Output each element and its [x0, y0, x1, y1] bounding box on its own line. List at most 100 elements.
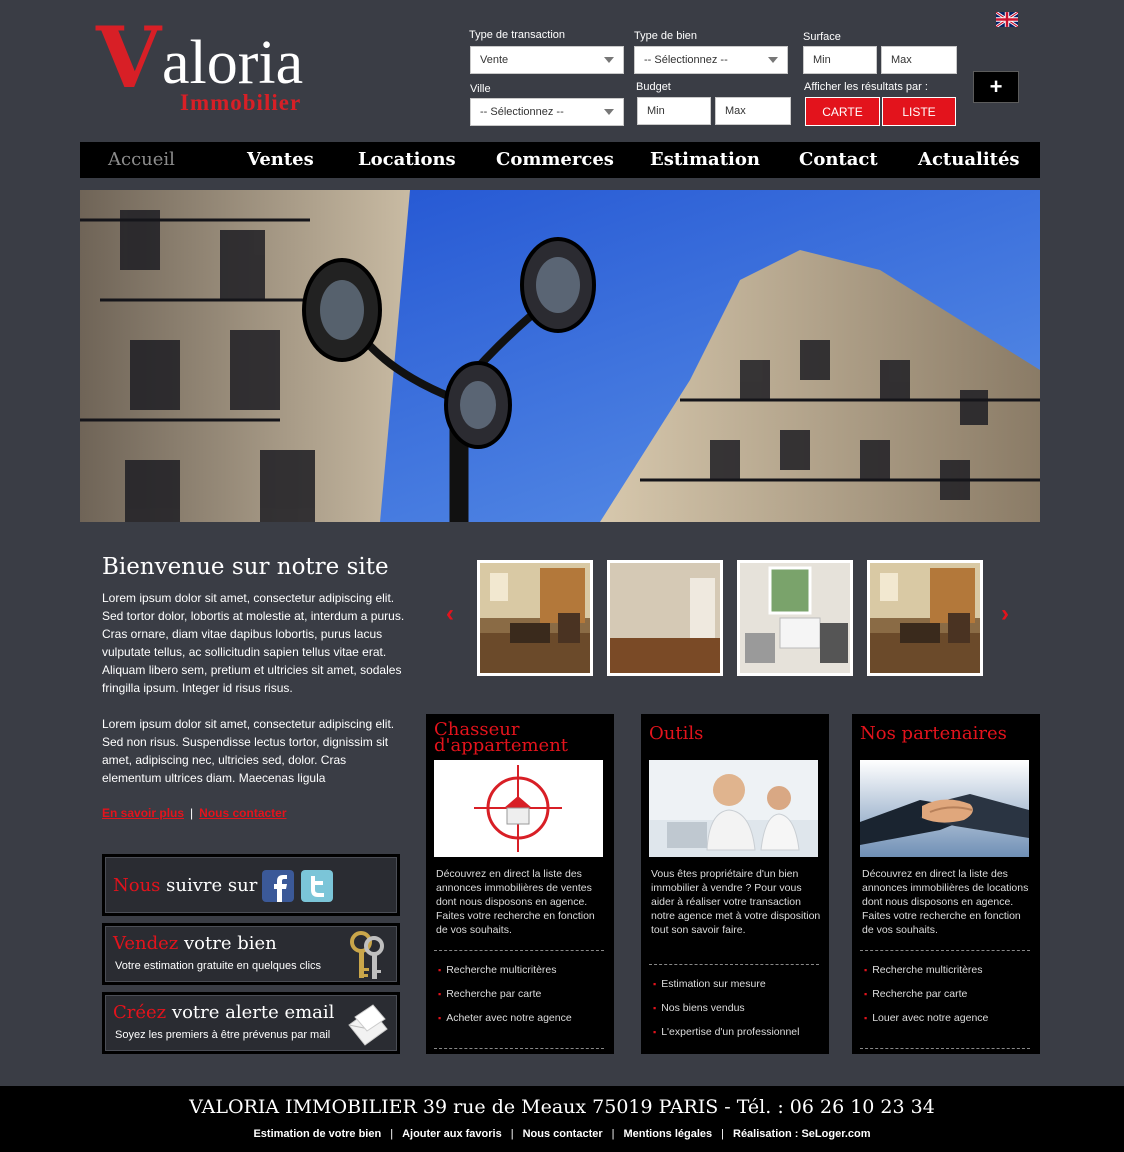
sell-title-red: Vendez: [113, 933, 179, 954]
column-title: Nos partenaires: [860, 723, 1007, 744]
facebook-icon[interactable]: [262, 870, 294, 902]
footer: VALORIA IMMOBILIER 39 rue de Meaux 75019…: [0, 1086, 1124, 1152]
sell-subtitle: Votre estimation gratuite en quelques cl…: [115, 960, 322, 972]
more-search-button[interactable]: +: [973, 71, 1019, 103]
property-thumbnail[interactable]: [477, 560, 593, 676]
nav-item-actualites[interactable]: Actualités: [918, 142, 1020, 178]
carte-button[interactable]: CARTE: [805, 97, 880, 126]
twitter-icon[interactable]: [301, 870, 333, 902]
surface-max-input[interactable]: Max: [881, 46, 957, 74]
column-description: Découvrez en direct la liste des annonce…: [436, 868, 595, 936]
apartment-hunter-column: Chasseur d'appartement Découvrez en dire…: [426, 714, 614, 1054]
list-item[interactable]: Recherche par carte: [438, 988, 541, 1000]
footer-separator: |: [721, 1128, 724, 1140]
surface-min-input[interactable]: Min: [803, 46, 877, 74]
list-item[interactable]: Recherche multicritères: [438, 964, 556, 976]
hero-banner-image: [80, 190, 1040, 522]
divider: [860, 1048, 1030, 1049]
footer-link-contact[interactable]: Nous contacter: [523, 1128, 603, 1140]
budget-min-placeholder: Min: [647, 105, 665, 117]
follow-title-red: Nous: [113, 875, 161, 896]
column-title: Chasseur d'appartement: [434, 719, 569, 756]
footer-separator: |: [390, 1128, 394, 1140]
list-item[interactable]: L'expertise d'un professionnel: [653, 1026, 799, 1038]
nav-item-contact[interactable]: Contact: [799, 142, 878, 178]
nav-item-ventes[interactable]: Ventes: [247, 142, 314, 178]
divider: [434, 950, 604, 951]
column-description: Vous êtes propriétaire d'un bien immobil…: [651, 868, 821, 936]
footer-link-mentions[interactable]: Mentions légales: [624, 1128, 713, 1140]
surface-label: Surface: [803, 31, 841, 43]
alert-title-rest: votre alerte email: [166, 1002, 335, 1023]
alert-subtitle: Soyez les premiers à être prévenus par m…: [115, 1029, 331, 1041]
tools-image: [649, 760, 818, 857]
nous-contacter-link[interactable]: Nous contacter: [199, 806, 286, 820]
nav-item-estimation[interactable]: Estimation: [650, 142, 760, 178]
alert-title: Créez votre alerte email: [113, 1002, 334, 1023]
keys-icon: [350, 931, 384, 979]
en-savoir-plus-link[interactable]: En savoir plus: [102, 806, 184, 820]
tools-column: Outils Vous êtes propriétaire d'un bien …: [641, 714, 829, 1054]
target-house-image: [434, 760, 603, 857]
property-thumbnail[interactable]: [737, 560, 853, 676]
email-alert-box[interactable]: Créez votre alerte email Soyez les premi…: [102, 992, 400, 1054]
ville-select[interactable]: -- Sélectionnez --: [470, 98, 624, 126]
transaction-value: Vente: [480, 54, 509, 66]
divider: [860, 950, 1030, 951]
follow-title-rest: suivre sur: [160, 875, 258, 896]
footer-separator: |: [611, 1128, 615, 1140]
sell-title-rest: votre bien: [178, 933, 277, 954]
welcome-links: En savoir plus | Nous contacter: [102, 806, 287, 820]
property-thumbnail[interactable]: [867, 560, 983, 676]
nav-item-commerces[interactable]: Commerces: [496, 142, 614, 178]
carousel-next-arrow[interactable]: ›: [1001, 600, 1009, 628]
living-room-photo: [870, 563, 980, 673]
list-item[interactable]: Acheter avec notre agence: [438, 1012, 572, 1024]
main-nav: Accueil Ventes Locations Commerces Estim…: [80, 142, 1040, 178]
envelope-icon: [348, 1004, 388, 1046]
partners-image: [860, 760, 1029, 857]
link-separator: |: [190, 806, 194, 820]
list-item[interactable]: Louer avec notre agence: [864, 1012, 988, 1024]
footer-links: Estimation de votre bien | Ajouter aux fav…: [0, 1128, 1124, 1140]
bien-value: -- Sélectionnez --: [644, 54, 728, 66]
site-logo[interactable]: V aloria Immobilier: [96, 16, 366, 116]
liste-button[interactable]: LISTE: [882, 97, 956, 126]
divider: [649, 964, 819, 965]
footer-link-estimation[interactable]: Estimation de votre bien: [253, 1128, 381, 1140]
handshake-photo: [860, 760, 1029, 857]
budget-max-input[interactable]: Max: [715, 97, 791, 125]
chevron-down-icon: [604, 57, 614, 63]
carousel-prev-arrow[interactable]: ‹: [446, 600, 454, 628]
transaction-select[interactable]: Vente: [470, 46, 624, 74]
nav-item-locations[interactable]: Locations: [358, 142, 456, 178]
budget-min-input[interactable]: Min: [637, 97, 711, 125]
logo-name: aloria: [162, 29, 304, 97]
footer-link-favoris[interactable]: Ajouter aux favoris: [402, 1128, 502, 1140]
list-item[interactable]: Estimation sur mesure: [653, 978, 765, 990]
results-label: Afficher les résultats par :: [804, 81, 928, 93]
target-house-icon: [434, 760, 603, 857]
nav-item-accueil[interactable]: Accueil: [108, 142, 175, 178]
list-item[interactable]: Recherche multicritères: [864, 964, 982, 976]
living-room-photo: [480, 563, 590, 673]
welcome-paragraph-1: Lorem ipsum dolor sit amet, consectetur …: [102, 591, 405, 695]
budget-max-placeholder: Max: [725, 105, 746, 117]
bien-select[interactable]: -- Sélectionnez --: [634, 46, 788, 74]
uk-flag-icon[interactable]: [996, 12, 1018, 27]
follow-box: Nous suivre sur: [102, 854, 400, 916]
welcome-paragraph-2: Lorem ipsum dolor sit amet, consectetur …: [102, 717, 395, 785]
business-people-photo: [649, 760, 818, 857]
welcome-title: Bienvenue sur notre site: [102, 554, 389, 580]
property-thumbnail[interactable]: [607, 560, 723, 676]
transaction-label: Type de transaction: [469, 29, 566, 41]
column-title: Outils: [649, 723, 704, 744]
sell-box[interactable]: Vendez votre bien Votre estimation gratu…: [102, 923, 400, 985]
surface-max-placeholder: Max: [891, 54, 912, 66]
divider: [434, 1048, 604, 1049]
list-item[interactable]: Recherche par carte: [864, 988, 967, 1000]
list-item[interactable]: Nos biens vendus: [653, 1002, 744, 1014]
surface-min-placeholder: Min: [813, 54, 831, 66]
chevron-down-icon: [604, 109, 614, 115]
footer-link-realisation[interactable]: Réalisation : SeLoger.com: [733, 1128, 871, 1140]
